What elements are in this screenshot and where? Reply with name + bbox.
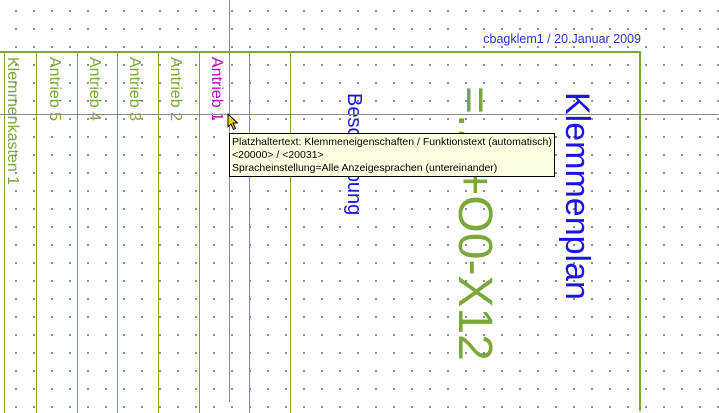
column-divider [117,53,118,413]
designation-text[interactable]: =..0+O0-X12 [448,86,501,361]
column-divider [249,53,250,413]
column-divider [158,53,159,413]
column-label-antrieb-2[interactable]: Antrieb 2 [167,57,184,121]
crosshair-vertical [229,0,230,402]
header-info-text: cbagklem1 / 20.Januar 2009 [483,32,641,46]
frame-right-border [639,51,641,411]
tooltip-line-placeholder: Platzhaltertext: Klemmeneigenschaften / … [232,136,552,148]
column-divider [290,53,291,413]
column-label-antrieb-1-selected[interactable]: Antrieb 1 [208,57,225,121]
column-divider [36,53,37,413]
frame-top-border [0,51,641,53]
drawing-canvas[interactable]: cbagklem1 / 20.Januar 2009 Klemmenkasten… [0,0,719,413]
crosshair-horizontal [0,114,719,115]
column-label-antrieb-5[interactable]: Antrieb 5 [46,57,63,121]
column-divider [199,53,200,413]
tooltip-line-properties: <20000> / <20031> [232,149,324,161]
column-label-antrieb-3[interactable]: Antrieb 3 [126,57,143,121]
column-label-antrieb-4[interactable]: Antrieb 4 [86,57,103,121]
column-label-klemmenkasten-1[interactable]: Klemmenkasten 1 [4,57,21,185]
page-title[interactable]: Klemmenplan [558,92,596,300]
placeholder-tooltip: Platzhaltertext: Klemmeneigenschaften / … [229,133,555,177]
column-divider [77,53,78,413]
tooltip-line-language: Spracheinstellung=Alle Anzeigesprachen (… [232,162,498,174]
